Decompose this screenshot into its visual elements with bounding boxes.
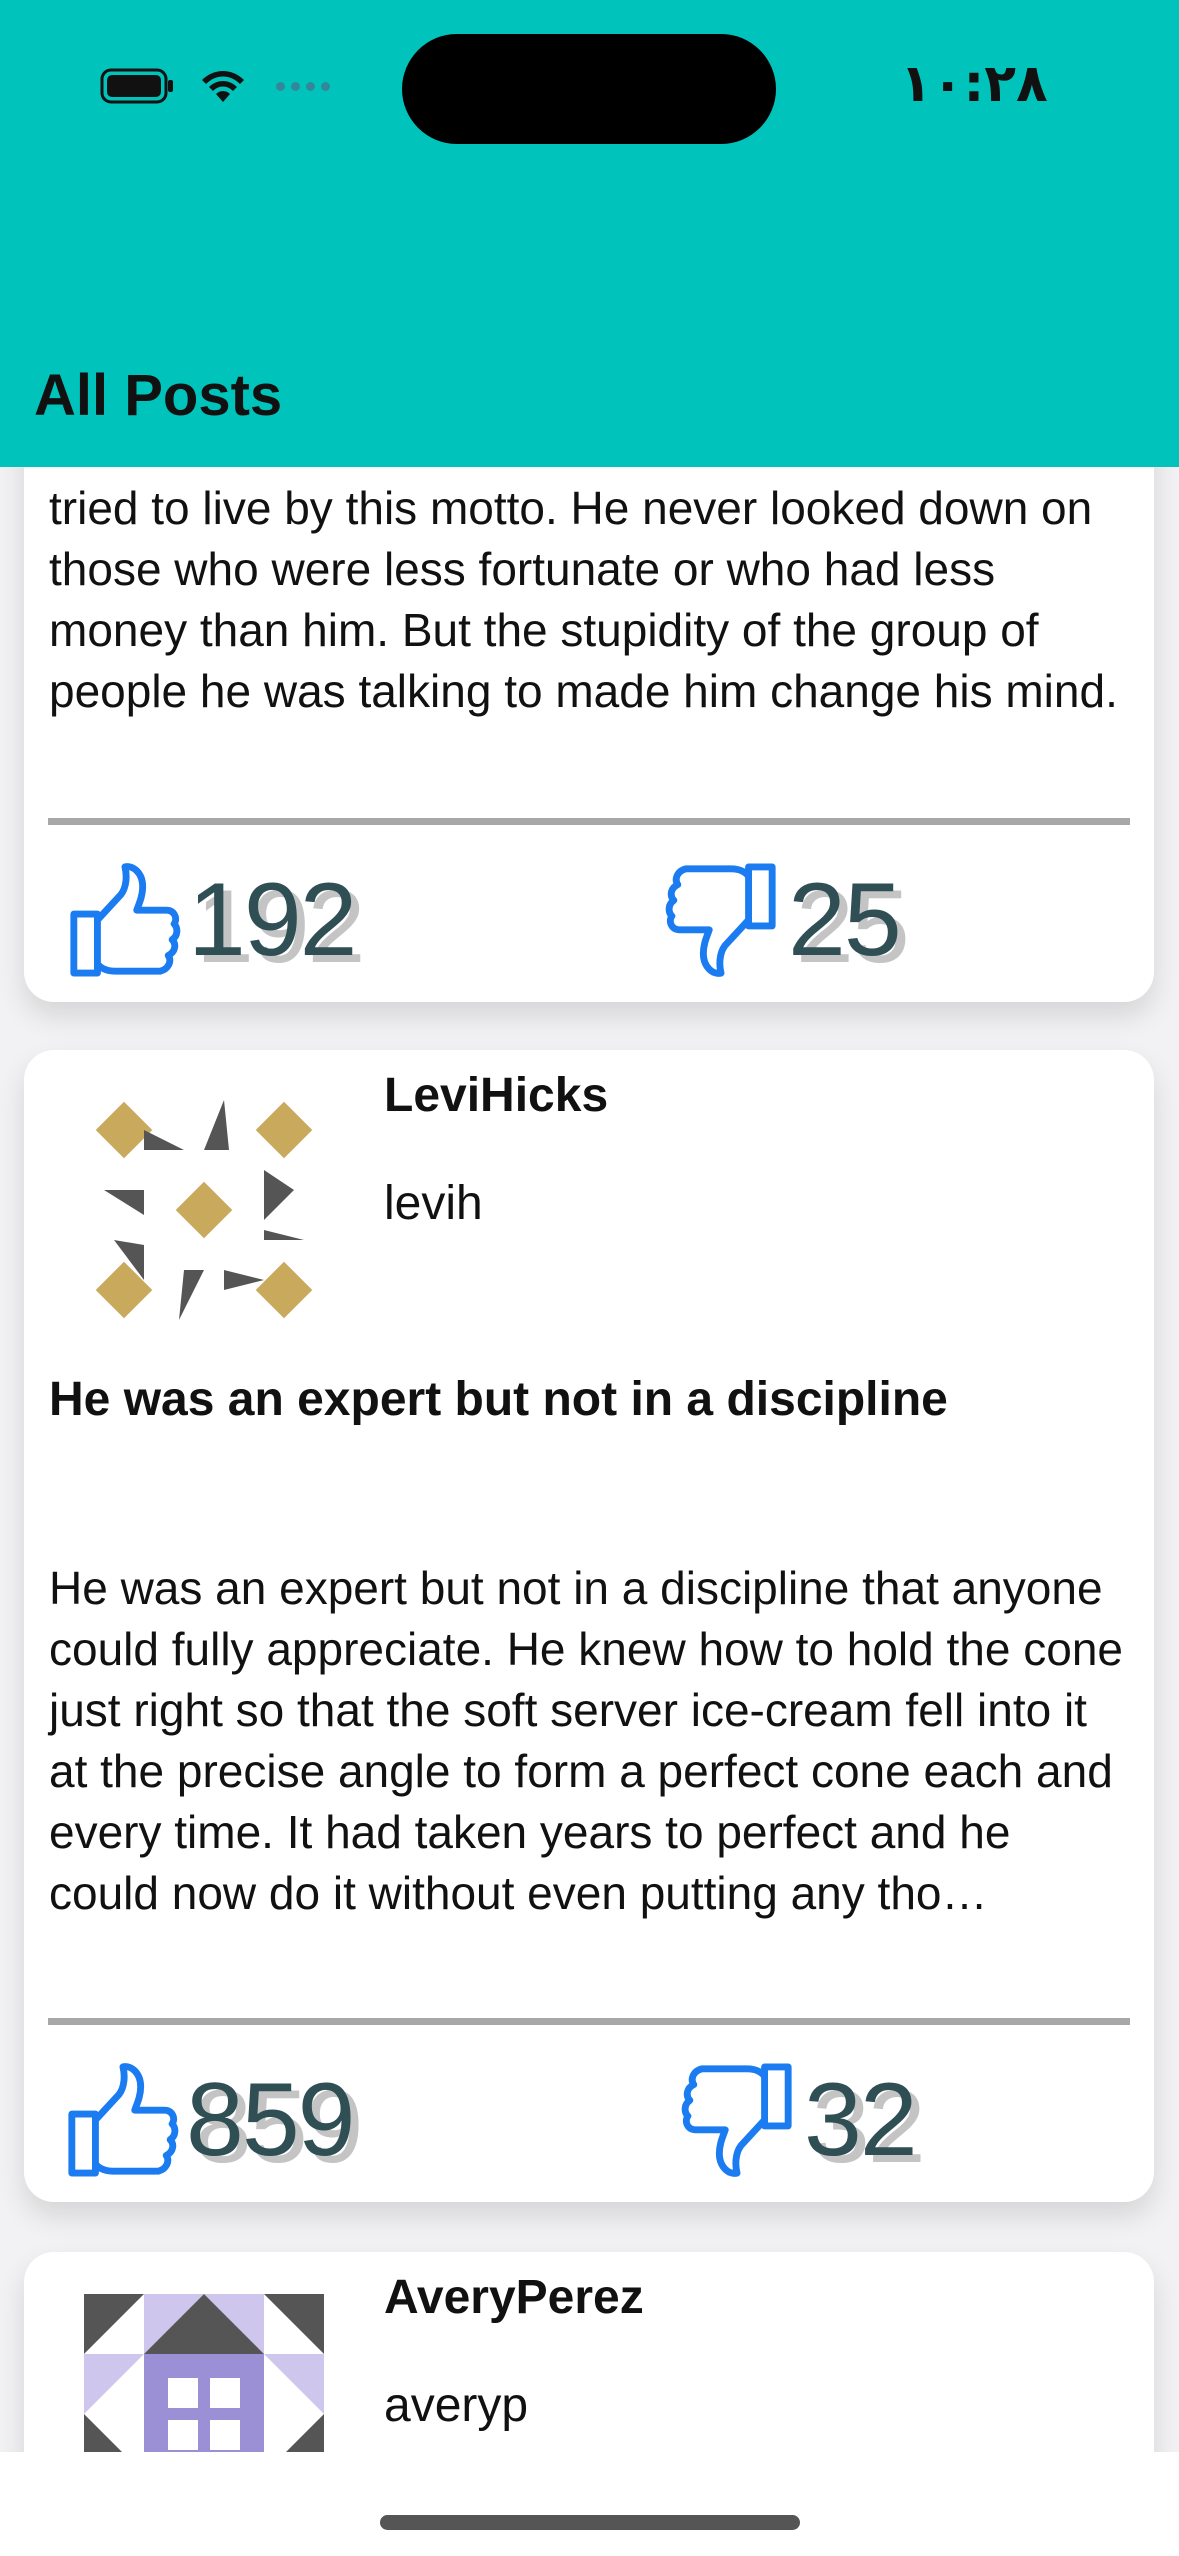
- post-card[interactable]: AveryPerez averyp: [24, 2252, 1154, 2452]
- avatar: [84, 2294, 324, 2452]
- like-button[interactable]: 192: [64, 858, 358, 982]
- dislike-count: 32: [804, 2061, 918, 2178]
- post-card[interactable]: LeviHicks levih He was an expert but not…: [24, 1050, 1154, 2202]
- status-icons: [100, 66, 330, 106]
- divider: [48, 818, 1130, 825]
- battery-icon: [100, 68, 173, 104]
- home-bar-area: [0, 2452, 1179, 2556]
- thumbs-down-icon: [665, 863, 776, 977]
- wifi-icon: [202, 71, 244, 102]
- post-title: He was an expert but not in a discipline: [49, 1373, 948, 1426]
- navigation-header: ١٠:٢٨ All Posts: [0, 0, 1179, 467]
- username: levih: [384, 1177, 483, 1230]
- post-card[interactable]: tried to live by this motto. He never lo…: [24, 380, 1154, 1002]
- dynamic-island: [402, 34, 776, 144]
- like-count: 859: [186, 2061, 356, 2178]
- divider: [48, 2018, 1130, 2025]
- display-name: LeviHicks: [384, 1069, 609, 1122]
- status-time: ١٠:٢٨: [900, 54, 1048, 114]
- signal-icon: [276, 81, 330, 91]
- dislike-count: 25: [788, 861, 902, 978]
- post-body: He was an expert but not in a discipline…: [49, 1562, 1123, 1919]
- thumbs-down-icon: [681, 2063, 792, 2177]
- home-indicator[interactable]: [380, 2515, 800, 2530]
- page-title: All Posts: [34, 363, 283, 428]
- username: averyp: [384, 2379, 529, 2432]
- avatar: [84, 1090, 324, 1330]
- display-name: AveryPerez: [384, 2271, 644, 2324]
- like-count: 192: [188, 861, 358, 978]
- thumbs-up-icon: [70, 863, 181, 977]
- post-body: tried to live by this motto. He never lo…: [49, 482, 1118, 717]
- dislike-button[interactable]: 32: [680, 2058, 918, 2182]
- like-button[interactable]: 859: [62, 2058, 356, 2182]
- thumbs-up-icon: [68, 2063, 179, 2177]
- dislike-button[interactable]: 25: [664, 858, 902, 982]
